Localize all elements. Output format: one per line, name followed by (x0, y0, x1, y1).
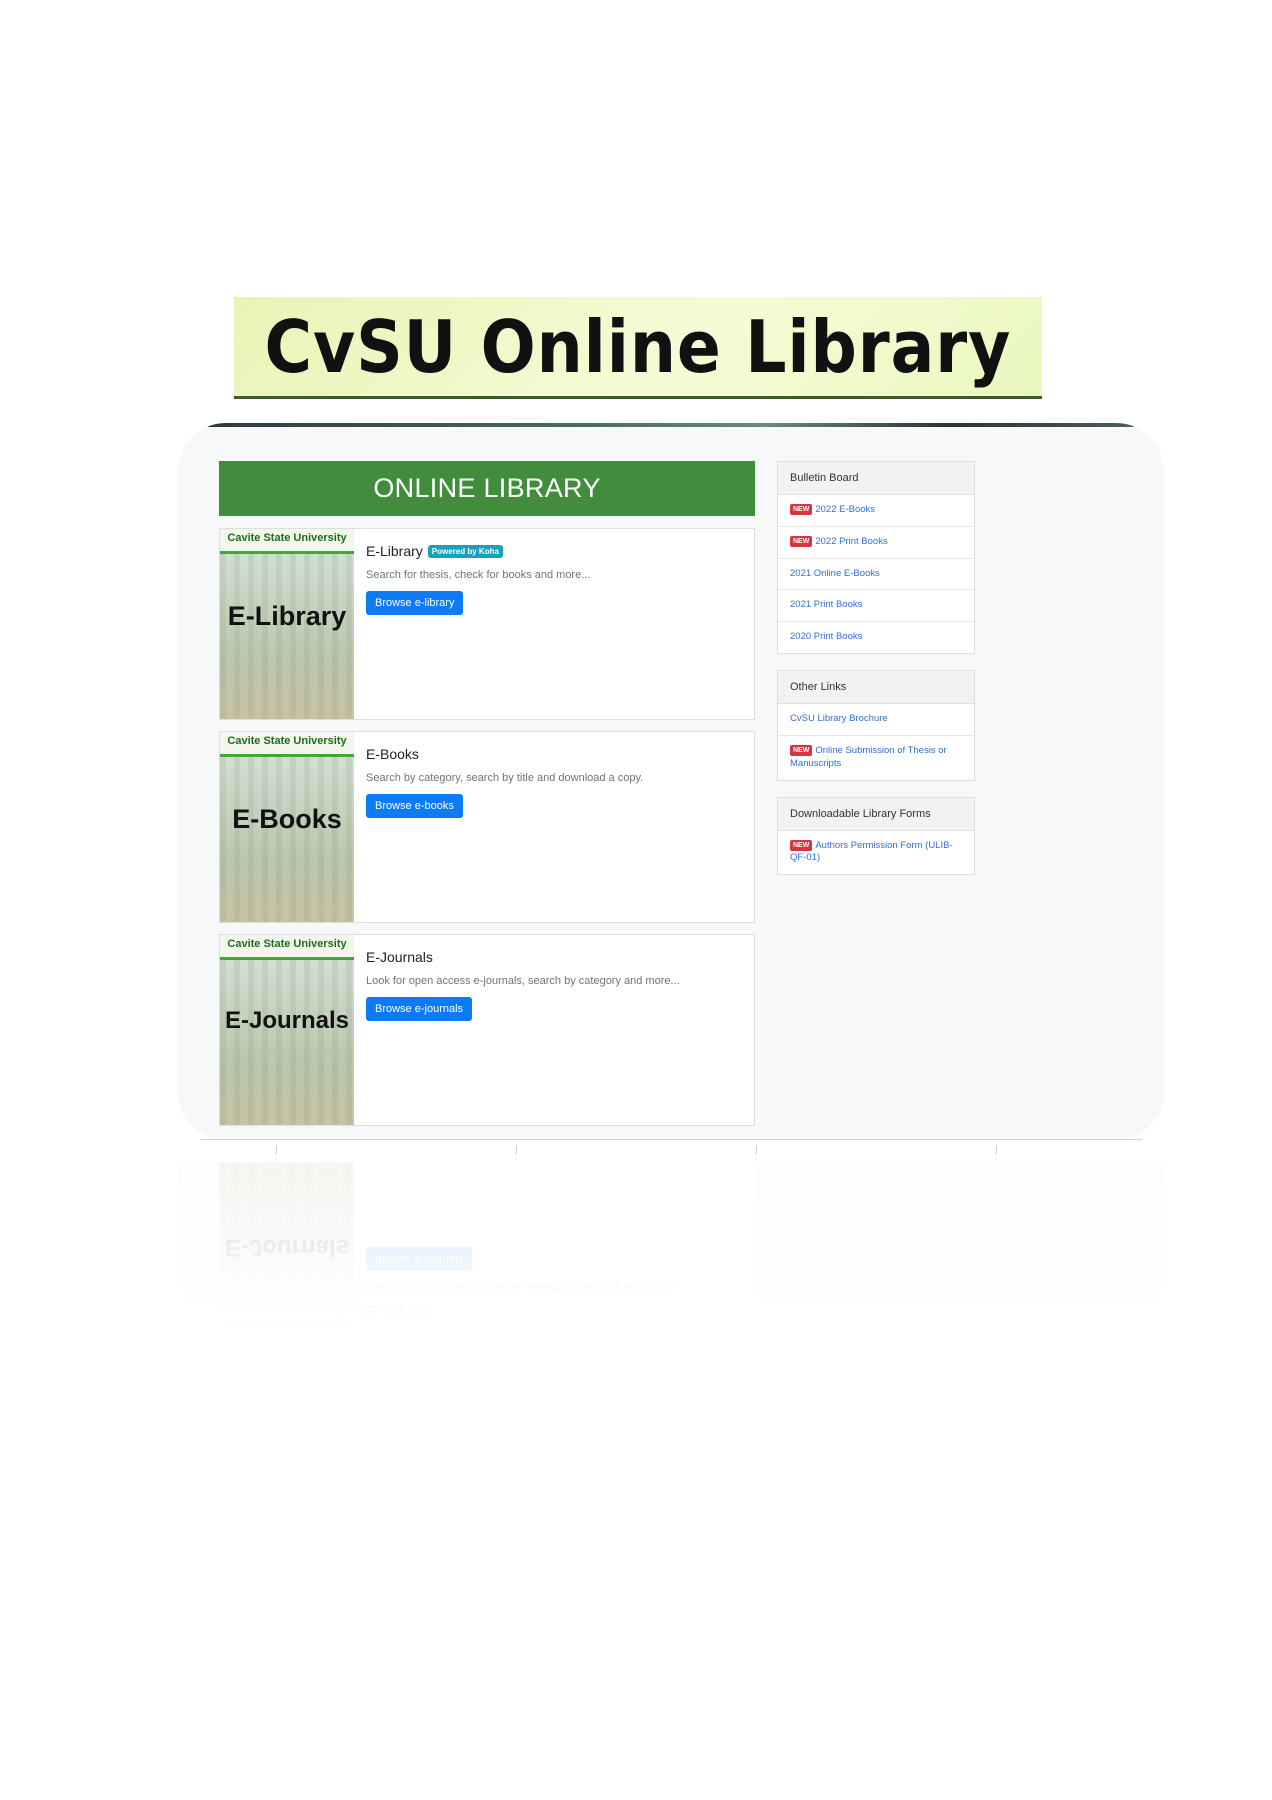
library-banner: CvSU Online Library (234, 297, 1042, 399)
link-thesis-submission[interactable]: NEW Online Submission of Thesis or Manusc… (778, 736, 974, 780)
banner-title: CvSU Online Library (264, 304, 1012, 389)
reflection-inner: Cavite State University E-Journals E-Jou… (178, 1162, 1164, 1342)
resource-description: Search by category, search by title and … (366, 772, 644, 784)
thumbnail-label: E-Journals (224, 1234, 350, 1261)
frame-baseline (200, 1139, 1142, 1140)
bulletin-item-2021-online-ebooks[interactable]: 2021 Online E-Books (778, 559, 974, 591)
resource-card-ejournals: Cavite State University E-Journals E-Jou… (219, 934, 755, 1126)
new-badge: NEW (790, 744, 813, 757)
thumbnail-university-name: Cavite State University (220, 732, 354, 757)
elibrary-thumbnail[interactable]: Cavite State University E-Library (220, 529, 354, 719)
reflected-browse-button: Browse e-journals (366, 1247, 473, 1271)
bulletin-board-title: Bulletin Board (778, 462, 974, 495)
resource-body: E-Journals Look for open access e-journa… (354, 1162, 756, 1333)
resource-title-text: E-Journals (366, 1303, 433, 1319)
browse-ejournals-button[interactable]: Browse e-journals (366, 997, 473, 1021)
frame-top-strip (208, 423, 1134, 427)
other-links-card: Other Links CvSU Library Brochure NEW Onl… (777, 670, 975, 781)
new-badge: NEW (790, 504, 813, 516)
bulletin-item-2022-ebooks[interactable]: NEW 2022 E-Books (778, 495, 974, 527)
resource-description: Look for open access e-journals, search … (366, 1281, 680, 1293)
main-column: ONLINE LIBRARY Cavite State University E… (219, 461, 755, 1126)
resource-title-text: E-Books (366, 746, 419, 762)
resource-card-elibrary: Cavite State University E-Library E-Libr… (219, 528, 755, 720)
browse-elibrary-button[interactable]: Browse e-library (366, 591, 464, 615)
resource-title: E-Books (366, 746, 742, 762)
bulletin-item-2020-print-books[interactable]: 2020 Print Books (778, 622, 974, 653)
resource-body: E-Journals Look for open access e-journa… (354, 935, 754, 1125)
resource-description: Search for thesis, check for books and m… (366, 569, 591, 581)
resource-title: E-Journals (366, 949, 742, 965)
resource-title-text: E-Journals (366, 949, 433, 965)
koha-badge: Powered by Koha (427, 544, 503, 558)
bulletin-item-label: 2022 E-Books (815, 504, 876, 515)
thumbnail-label: E-Library (227, 601, 347, 631)
resource-title: E-Library Powered by Koha (366, 543, 742, 559)
new-badge: NEW (790, 839, 813, 851)
ebooks-thumbnail[interactable]: Cavite State University E-Books (220, 732, 354, 922)
thumbnail-label: E-Books (232, 804, 342, 834)
new-badge: NEW (790, 535, 813, 548)
resource-body: E-Books Search by category, search by ti… (354, 732, 754, 922)
link-library-brochure[interactable]: CvSU Library Brochure (778, 704, 974, 736)
baseline-tick (996, 1146, 997, 1154)
baseline-tick (516, 1146, 517, 1154)
other-links-title: Other Links (778, 671, 974, 705)
resource-title: E-Journals (366, 1303, 744, 1319)
library-forms-card: Downloadable Library Forms NEW Authors Pe… (777, 796, 975, 876)
baseline-tick (756, 1146, 757, 1154)
baseline-tick (276, 1146, 277, 1154)
campus-photo (220, 551, 354, 719)
resource-card-ebooks: Cavite State University E-Books E-Books … (219, 731, 755, 923)
link-label: Online Submission of Thesis or Manuscrip… (790, 744, 947, 769)
resource-description: Look for open access e-journals, search … (366, 975, 680, 987)
link-label: Authors Permission Form (ULIB-QF-01) (790, 839, 953, 864)
site-screenshot-frame: ONLINE LIBRARY Cavite State University E… (178, 423, 1164, 1140)
reflected-thumbnail: Cavite State University E-Journals (220, 1162, 354, 1333)
online-library-header: ONLINE LIBRARY (219, 461, 755, 516)
bulletin-board-card: Bulletin Board NEW 2022 E-Books NEW 2022 P… (777, 461, 975, 655)
library-forms-title: Downloadable Library Forms (778, 797, 974, 831)
thumbnail-university-name: Cavite State University (220, 1308, 354, 1333)
bulletin-item-2022-print-books[interactable]: NEW 2022 Print Books (778, 527, 974, 559)
campus-photo (220, 957, 354, 1125)
bulletin-item-label: 2022 Print Books (815, 535, 888, 547)
resource-body: E-Library Powered by Koha Search for the… (354, 529, 754, 719)
campus-photo (220, 754, 354, 922)
thumbnail-university-name: Cavite State University (220, 935, 354, 960)
link-authors-permission-form[interactable]: NEW Authors Permission Form (ULIB-QF-01) (778, 831, 974, 875)
bulletin-item-2021-print-books[interactable]: 2021 Print Books (778, 590, 974, 623)
reflected-ejournals-card: Cavite State University E-Journals E-Jou… (219, 1162, 757, 1334)
resource-title-text: E-Library (366, 543, 423, 559)
ejournals-thumbnail[interactable]: Cavite State University E-Journals (220, 935, 354, 1125)
thumbnail-label: E-Journals (224, 1007, 350, 1034)
sidebar: Bulletin Board NEW 2022 E-Books NEW 2022 P… (777, 461, 975, 891)
thumbnail-university-name: Cavite State University (220, 529, 354, 554)
browse-ebooks-button[interactable]: Browse e-books (366, 794, 463, 818)
frame-reflection: Cavite State University E-Journals E-Jou… (178, 1162, 1164, 1342)
